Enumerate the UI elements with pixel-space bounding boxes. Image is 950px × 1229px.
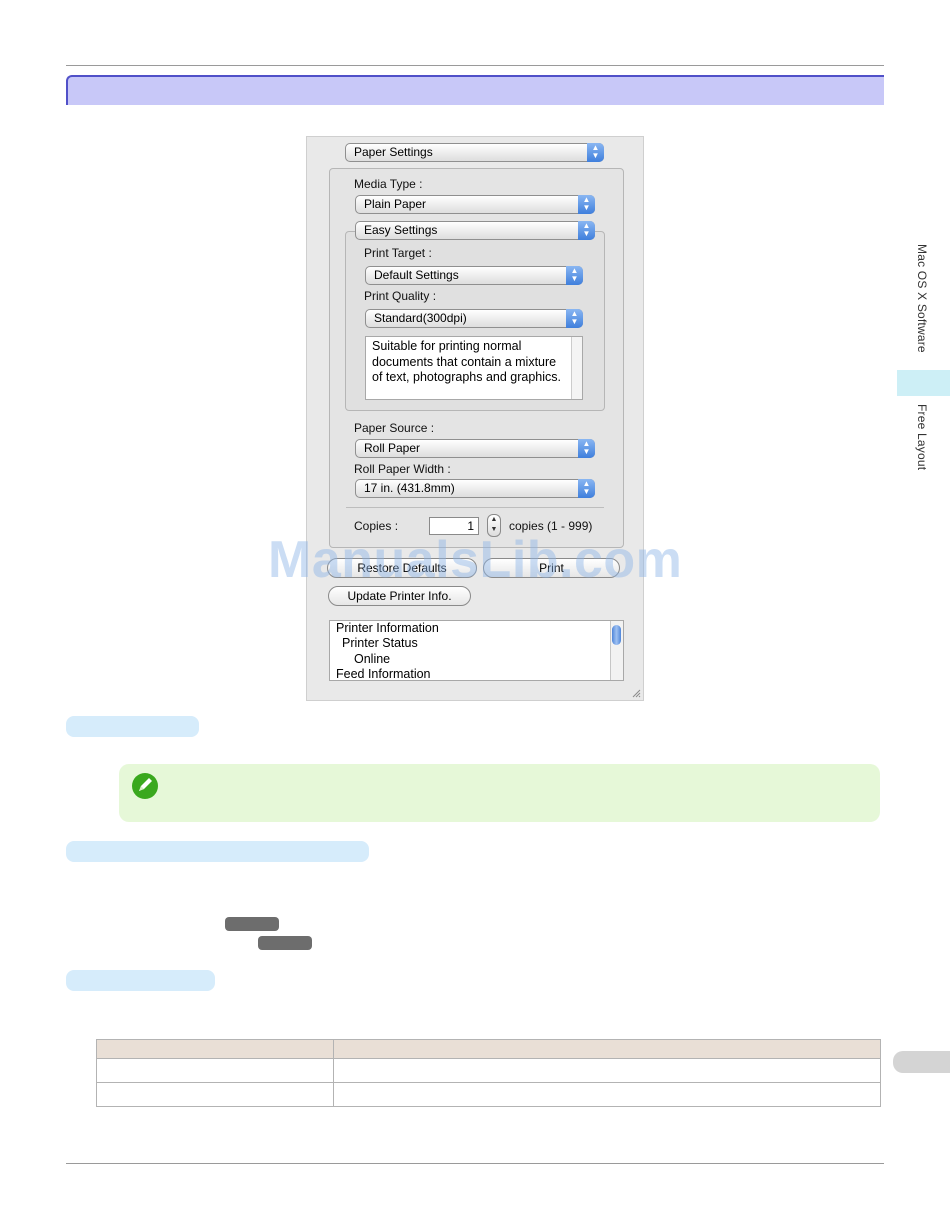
roll-width-value: 17 in. (431.8mm): [364, 481, 455, 495]
printer-info-list[interactable]: Printer Information Printer Status Onlin…: [329, 620, 624, 681]
media-type-value: Plain Paper: [364, 197, 427, 211]
paper-settings-popup[interactable]: Paper Settings ▲ ▼: [345, 143, 604, 162]
easy-settings-popup[interactable]: Easy Settings ▲ ▼: [355, 221, 595, 240]
easy-settings-popup-label: Easy Settings: [364, 223, 438, 237]
grey-tag-1: [225, 917, 279, 931]
up-down-arrows-icon: ▲ ▼: [578, 195, 595, 214]
media-type-popup[interactable]: Plain Paper ▲ ▼: [355, 195, 595, 214]
quality-description: Suitable for printing normal documents t…: [365, 336, 583, 400]
paper-settings-popup-label: Paper Settings: [354, 145, 433, 159]
list-item: Printer Status: [342, 636, 418, 651]
top-rule: [66, 65, 884, 66]
table-header-cell: [96, 1039, 334, 1059]
note-box: [119, 764, 880, 822]
print-quality-label: Print Quality :: [364, 289, 437, 303]
scroll-thumb[interactable]: [612, 625, 621, 645]
side-subsection-label: Free Layout: [915, 404, 929, 471]
table-cell: [333, 1058, 881, 1083]
resize-grip-icon[interactable]: [631, 688, 641, 698]
info-list-scrollbar[interactable]: [610, 621, 623, 680]
list-item: Printer Information: [336, 621, 439, 635]
roll-width-popup[interactable]: 17 in. (431.8mm) ▲ ▼: [355, 479, 595, 498]
spec-table: [96, 1039, 881, 1107]
print-quality-value: Standard(300dpi): [374, 311, 467, 325]
quality-description-text: Suitable for printing normal documents t…: [372, 339, 562, 384]
up-down-arrows-icon: ▲ ▼: [587, 143, 604, 162]
media-type-label: Media Type :: [354, 177, 423, 191]
grey-tag-2: [258, 936, 312, 950]
print-quality-popup[interactable]: Standard(300dpi) ▲ ▼: [365, 309, 583, 328]
copies-separator: [346, 507, 604, 508]
easy-settings-group: Print Target : Default Settings ▲ ▼ Print…: [345, 231, 605, 411]
up-down-arrows-icon: ▲ ▼: [578, 221, 595, 240]
paper-source-popup[interactable]: Roll Paper ▲ ▼: [355, 439, 595, 458]
heading-pill-3: [66, 970, 215, 991]
side-section-label: Mac OS X Software: [915, 244, 929, 353]
table-cell: [333, 1082, 881, 1107]
table-row: [96, 1058, 881, 1083]
print-dialog: Paper Settings ▲ ▼ Media Type : Plain Pap…: [306, 136, 644, 701]
pencil-check-icon: [132, 773, 158, 799]
description-scrollbar[interactable]: [571, 337, 582, 399]
up-down-arrows-icon: ▲ ▼: [578, 479, 595, 498]
print-target-value: Default Settings: [374, 268, 459, 282]
table-cell: [96, 1082, 334, 1107]
section-title-bar: [66, 75, 884, 105]
print-target-popup[interactable]: Default Settings ▲ ▼: [365, 266, 583, 285]
up-down-arrows-icon: ▲ ▼: [578, 439, 595, 458]
table-cell: [96, 1058, 334, 1083]
print-target-label: Print Target :: [364, 246, 432, 260]
bottom-rule: [66, 1163, 884, 1164]
watermark: ManualsLib.com: [268, 531, 683, 589]
up-down-arrows-icon: ▲ ▼: [566, 309, 583, 328]
heading-pill-1: [66, 716, 199, 737]
roll-width-label: Roll Paper Width :: [354, 462, 451, 476]
heading-pill-2: [66, 841, 369, 862]
table-row: [96, 1082, 881, 1107]
paper-source-label: Paper Source :: [354, 421, 435, 435]
table-header-cell: [333, 1039, 881, 1059]
list-item: Feed Information: [336, 666, 431, 681]
paper-source-value: Roll Paper: [364, 441, 421, 455]
table-header-row: [96, 1039, 881, 1059]
side-section-marker: [897, 370, 950, 396]
up-down-arrows-icon: ▲ ▼: [566, 266, 583, 285]
settings-panel: Media Type : Plain Paper ▲ ▼ Print Target…: [329, 168, 624, 548]
side-page-tab: [893, 1051, 950, 1073]
list-item: Online: [354, 651, 391, 666]
